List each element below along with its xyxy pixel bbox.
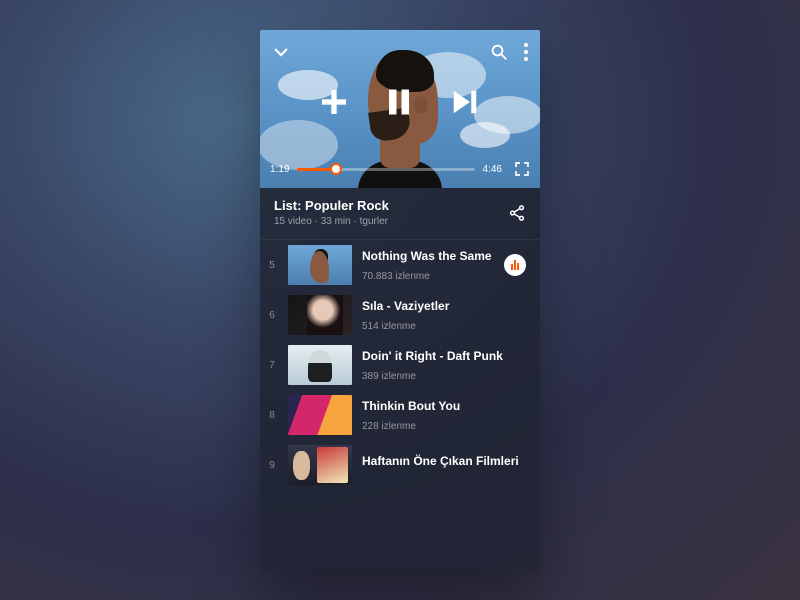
track-index: 5: [266, 260, 278, 271]
track-index: 6: [266, 310, 278, 321]
share-icon[interactable]: [508, 204, 526, 222]
time-elapsed: 1:19: [270, 164, 289, 175]
search-icon[interactable]: [490, 43, 508, 61]
time-total: 4:46: [483, 164, 502, 175]
player-top-bar: [260, 38, 540, 66]
track-title: Nothing Was the Same: [362, 249, 494, 263]
now-playing-icon: [504, 254, 526, 276]
track-title: Sıla - Vaziyetler: [362, 299, 526, 313]
playlist-meta: 15 video · 33 min · tgurler: [274, 216, 389, 227]
track-title: Haftanın Öne Çıkan Filmleri: [362, 454, 526, 468]
next-button[interactable]: [448, 87, 482, 117]
track-index: 9: [266, 460, 278, 471]
track-views: 70.883 izlenme: [362, 271, 494, 282]
music-player-app: 1:19 4:46 List: Populer Rock 15 video · …: [260, 30, 540, 570]
list-item[interactable]: 7 Doin' it Right - Daft Punk 389 izlenme: [260, 340, 540, 390]
track-title: Doin' it Right - Daft Punk: [362, 349, 526, 363]
video-player[interactable]: 1:19 4:46: [260, 30, 540, 188]
track-views: 514 izlenme: [362, 321, 526, 332]
list-item[interactable]: 9 Haftanın Öne Çıkan Filmleri: [260, 440, 540, 490]
list-item[interactable]: 8 Thinkin Bout You 228 izlenme: [260, 390, 540, 440]
track-views: 228 izlenme: [362, 421, 526, 432]
track-index: 7: [266, 360, 278, 371]
seek-bar: 1:19 4:46: [260, 158, 540, 180]
track-views: 389 izlenme: [362, 371, 526, 382]
add-button[interactable]: [318, 86, 350, 118]
more-icon[interactable]: [524, 43, 528, 61]
playlist-header: List: Populer Rock 15 video · 33 min · t…: [260, 188, 540, 240]
fullscreen-icon[interactable]: [514, 161, 530, 177]
track-thumbnail: [288, 295, 352, 335]
progress-track[interactable]: [297, 168, 474, 171]
track-index: 8: [266, 410, 278, 421]
track-thumbnail: [288, 395, 352, 435]
collapse-icon[interactable]: [272, 43, 290, 61]
track-title: Thinkin Bout You: [362, 399, 526, 413]
track-thumbnail: [288, 445, 352, 485]
playback-controls: [260, 85, 540, 119]
pause-button[interactable]: [384, 85, 414, 119]
list-item[interactable]: 5 Nothing Was the Same 70.883 izlenme: [260, 240, 540, 290]
track-thumbnail: [288, 245, 352, 285]
playlist: 5 Nothing Was the Same 70.883 izlenme 6 …: [260, 240, 540, 570]
progress-thumb[interactable]: [330, 163, 342, 175]
list-item[interactable]: 6 Sıla - Vaziyetler 514 izlenme: [260, 290, 540, 340]
track-thumbnail: [288, 345, 352, 385]
playlist-title: List: Populer Rock: [274, 198, 389, 213]
